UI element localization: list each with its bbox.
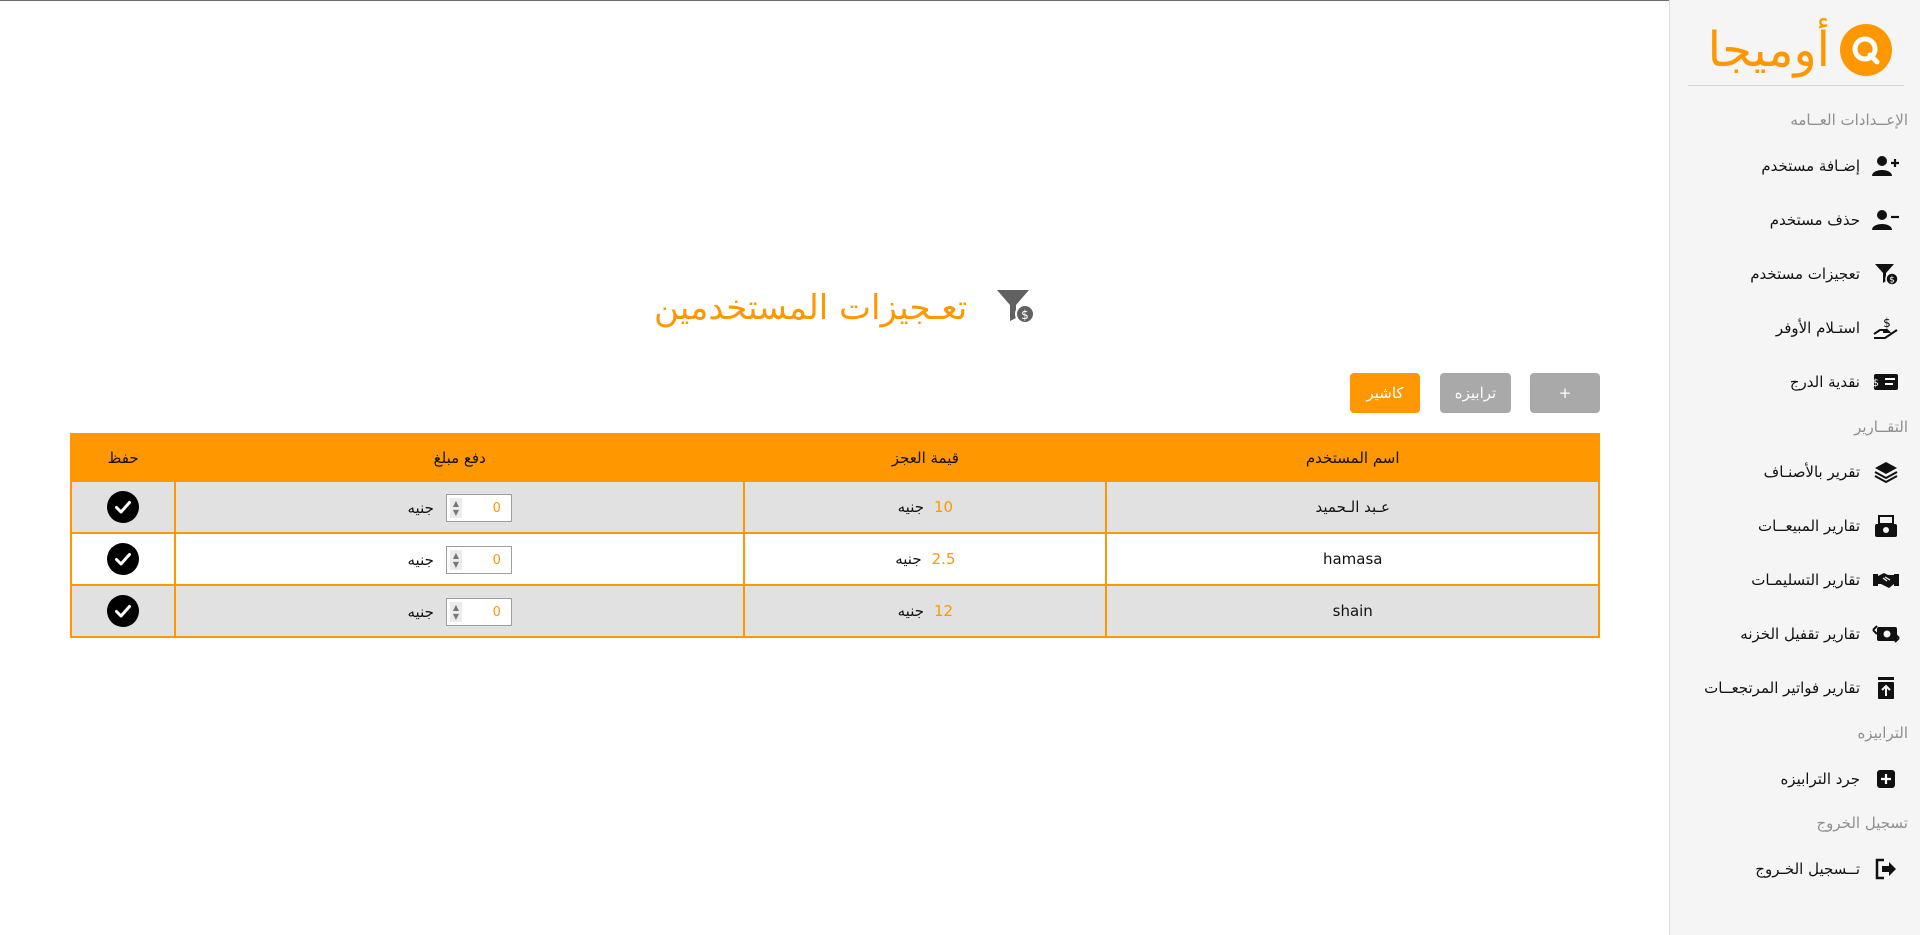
section-logout: تسجيل الخروج xyxy=(1816,814,1908,832)
payment-input[interactable]: ▲ ▼ 0 xyxy=(445,598,512,626)
user-plus-icon xyxy=(1872,152,1900,180)
currency-label: جنيه xyxy=(407,603,434,621)
currency-label: جنيه xyxy=(897,498,924,516)
user-deficits-table: اسم المستخدم قيمة العجز دفع مبلغ حفظ عـب… xyxy=(69,433,1600,638)
table-row: عـبد الـحميد 10 جنيه ▲ ▼ 0 جنيه xyxy=(69,480,1600,534)
cell-save xyxy=(69,480,177,534)
omega-logo-icon xyxy=(1840,24,1892,76)
svg-text:$: $ xyxy=(1883,316,1891,330)
save-check-icon[interactable] xyxy=(107,543,140,575)
sidebar-item-label: تقارير التسليمـات xyxy=(1751,571,1860,589)
table-row: shain 12 جنيه ▲ ▼ 0 جنيه xyxy=(69,584,1600,638)
sidebar-item-table-inventory[interactable]: جرد الترابيزه xyxy=(1780,765,1900,793)
sidebar-item-label: جرد الترابيزه xyxy=(1780,770,1860,788)
sidebar-item-label: تقارير تقفيل الخزنه xyxy=(1740,625,1860,643)
cell-deficit: 12 جنيه xyxy=(743,584,1108,638)
cell-username: shain xyxy=(1105,584,1600,638)
currency-label: جنيه xyxy=(895,550,922,568)
table-button[interactable]: ترابيزه xyxy=(1440,373,1511,413)
divider xyxy=(1688,85,1904,86)
column-header-save: حفظ xyxy=(69,433,177,482)
plus-square-icon xyxy=(1872,765,1900,793)
payment-input[interactable]: ▲ ▼ 0 xyxy=(445,546,512,574)
money-bill-icon: $ xyxy=(1872,368,1900,396)
sidebar-item-label: حذف مستخدم xyxy=(1769,211,1860,229)
main-content: $ تعـجيزات المستخدمين كاشير ترابيزه + اس… xyxy=(0,0,1670,935)
cell-username: hamasa xyxy=(1105,532,1600,586)
deficit-value: 12 xyxy=(934,602,954,620)
sidebar-item-logout[interactable]: تــسجيل الخـروج xyxy=(1755,855,1900,883)
sidebar-item-returns-invoices-reports[interactable]: تقارير فواتير المرتجعــات xyxy=(1704,674,1900,702)
save-check-icon[interactable] xyxy=(107,491,140,523)
currency-label: جنيه xyxy=(407,551,434,569)
table-header-row: اسم المستخدم قيمة العجز دفع مبلغ حفظ xyxy=(69,433,1600,482)
column-header-payment: دفع مبلغ xyxy=(174,433,746,482)
layers-icon xyxy=(1872,458,1900,486)
spinner-icon[interactable]: ▲ ▼ xyxy=(449,602,462,622)
column-header-username: اسم المستخدم xyxy=(1105,433,1600,482)
sidebar-item-safe-closing-reports[interactable]: تقارير تقفيل الخزنه xyxy=(1740,620,1900,648)
page-header: $ تعـجيزات المستخدمين xyxy=(654,288,1036,328)
spinner-icon[interactable]: ▲ ▼ xyxy=(449,498,462,518)
cash-register-icon xyxy=(1872,512,1900,540)
sidebar-item-label: استـلام الأوفر xyxy=(1775,319,1860,337)
sidebar-item-add-user[interactable]: إضـافة مستخدم xyxy=(1761,152,1900,180)
cell-payment: ▲ ▼ 0 جنيه xyxy=(174,480,746,534)
cell-save xyxy=(69,584,177,638)
section-tables: الترابيزه xyxy=(1857,724,1908,742)
user-minus-icon xyxy=(1872,206,1900,234)
section-reports: التقــارير xyxy=(1854,418,1908,436)
cell-save xyxy=(69,532,177,586)
sidebar-item-label: تقرير بالأصنـاف xyxy=(1763,463,1860,481)
sidebar-item-items-report[interactable]: تقرير بالأصنـاف xyxy=(1764,458,1900,486)
hand-dollar-icon: $ xyxy=(1872,314,1900,342)
sidebar-item-label: تقارير المبيعــات xyxy=(1758,517,1860,535)
svg-text:$: $ xyxy=(1889,276,1895,286)
cashier-button[interactable]: كاشير xyxy=(1350,373,1420,413)
section-general-settings: الإعــدادات العــامه xyxy=(1790,111,1908,129)
sidebar-item-delete-user[interactable]: حذف مستخدم xyxy=(1770,206,1900,234)
cell-deficit: 10 جنيه xyxy=(743,480,1108,534)
sidebar-item-label: نقدية الدرج xyxy=(1789,373,1860,391)
currency-label: جنيه xyxy=(897,602,924,620)
sidebar-item-label: تــسجيل الخـروج xyxy=(1755,860,1860,878)
filter-dollar-icon: $ xyxy=(995,288,1036,328)
cell-username: عـبد الـحميد xyxy=(1105,480,1600,534)
sign-out-icon xyxy=(1872,855,1900,883)
cell-payment: ▲ ▼ 0 جنيه xyxy=(174,532,746,586)
cell-deficit: 2.5 جنيه xyxy=(743,532,1108,586)
payment-input[interactable]: ▲ ▼ 0 xyxy=(445,494,512,522)
sidebar-item-deliveries-reports[interactable]: تقارير التسليمـات xyxy=(1751,566,1900,594)
spinner-icon[interactable]: ▲ ▼ xyxy=(449,550,462,570)
deficit-value: 2.5 xyxy=(931,550,956,568)
brand-logo[interactable]: أوميجا xyxy=(1708,20,1892,80)
table-row: hamasa 2.5 جنيه ▲ ▼ 0 جنيه xyxy=(69,532,1600,586)
page-title: تعـجيزات المستخدمين xyxy=(654,288,968,328)
sidebar-item-sales-reports[interactable]: تقارير المبيعــات xyxy=(1758,512,1900,540)
add-button[interactable]: + xyxy=(1530,373,1600,413)
currency-label: جنيه xyxy=(407,499,434,517)
column-header-deficit: قيمة العجز xyxy=(743,433,1108,482)
sidebar-item-label: تعجيزات مستخدم xyxy=(1750,265,1860,283)
receipt-upload-icon xyxy=(1872,674,1900,702)
deficit-value: 10 xyxy=(934,498,954,516)
sidebar-item-user-deficits[interactable]: $ تعجيزات مستخدم xyxy=(1750,260,1900,288)
sidebar-item-label: إضـافة مستخدم xyxy=(1761,157,1860,175)
svg-text:$: $ xyxy=(1873,378,1879,389)
sidebar-item-receive-over[interactable]: $ استـلام الأوفر xyxy=(1776,314,1900,342)
handshake-icon xyxy=(1872,566,1900,594)
save-check-icon[interactable] xyxy=(107,595,140,627)
filter-dollar-icon: $ xyxy=(1872,260,1900,288)
sidebar: أوميجا الإعــدادات العــامه إضـافة مستخد… xyxy=(1669,0,1920,935)
sidebar-item-drawer-cash[interactable]: $ نقدية الدرج xyxy=(1790,368,1900,396)
cell-payment: ▲ ▼ 0 جنيه xyxy=(174,584,746,638)
svg-text:$: $ xyxy=(1021,308,1029,322)
brand-name: أوميجا xyxy=(1707,22,1830,78)
sidebar-item-label: تقارير فواتير المرتجعــات xyxy=(1704,679,1860,697)
money-exchange-icon xyxy=(1872,620,1900,648)
